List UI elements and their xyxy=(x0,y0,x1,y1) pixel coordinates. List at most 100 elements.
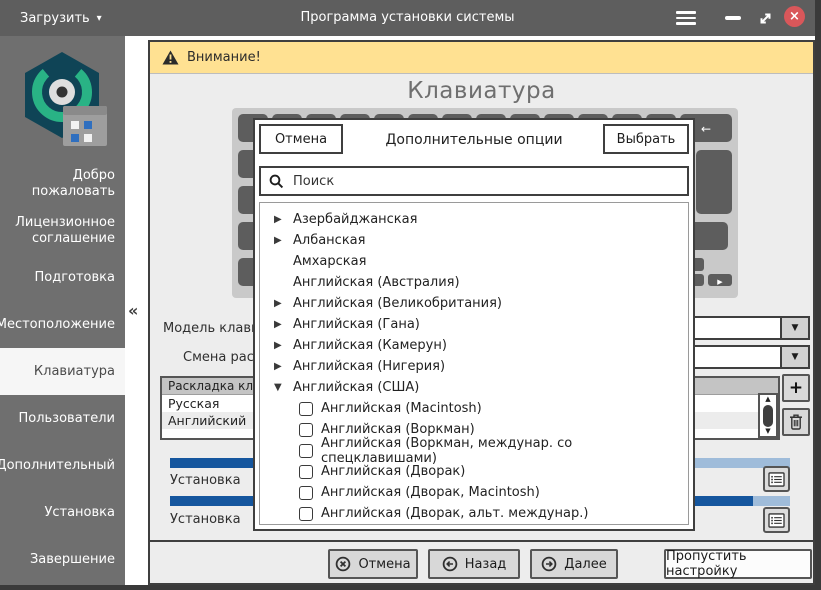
sidebar-collapse-button[interactable]: « xyxy=(128,301,138,320)
page-title: Клавиатура xyxy=(150,78,813,104)
expand-arrow-icon[interactable]: ▶ xyxy=(274,319,293,330)
search-input[interactable] xyxy=(291,173,679,190)
cancel-label: Отмена xyxy=(358,557,410,572)
search-box[interactable] xyxy=(259,166,689,196)
sidebar-step-label: Завершение xyxy=(30,552,115,567)
layout-label: Албанская xyxy=(293,233,365,248)
trash-icon xyxy=(789,414,803,430)
skip-setup-button[interactable]: Пропустить настройку xyxy=(664,549,812,579)
sidebar-step[interactable]: Местоположение xyxy=(0,301,125,348)
layout-tree-item[interactable]: ▶Албанская xyxy=(260,230,688,251)
cancel-circle-icon xyxy=(335,556,351,572)
svg-text:▶: ▶ xyxy=(717,278,723,286)
checkbox[interactable] xyxy=(299,402,313,416)
scrollbar-thumb[interactable] xyxy=(763,405,773,427)
layout-tree-item[interactable]: ▶Азербайджанская xyxy=(260,209,688,230)
progress-label: Установка xyxy=(170,512,241,527)
layout-preview-button[interactable] xyxy=(763,466,790,492)
sidebar-step-label: Установка xyxy=(44,505,115,520)
layout-label: Английская (Дворак, Macintosh) xyxy=(321,485,540,500)
dialog-select-button[interactable]: Выбрать xyxy=(603,124,689,154)
scroll-down-icon[interactable]: ▼ xyxy=(765,428,770,435)
checkbox[interactable] xyxy=(299,444,313,458)
sidebar-steps: Добро пожаловать Лицензионное соглашение П… xyxy=(0,160,125,583)
next-arrow-icon xyxy=(541,556,557,572)
dropdown-arrow-icon[interactable]: ▼ xyxy=(780,347,808,367)
next-label: Далее xyxy=(564,557,606,572)
layout-tree-item[interactable]: ▼Английская (США) xyxy=(260,377,688,398)
layout-tree-item[interactable]: Английская (Дворак, Macintosh) xyxy=(260,482,688,503)
expand-arrow-icon[interactable]: ▶ xyxy=(274,361,293,372)
resize-button[interactable] xyxy=(753,6,777,30)
sidebar-step[interactable]: Завершение xyxy=(0,536,125,583)
hamburger-menu-button[interactable] xyxy=(674,6,698,30)
expand-arrow-icon[interactable]: ▶ xyxy=(274,298,293,309)
layout-label: Английская (Гана) xyxy=(293,317,420,332)
layout-label: Азербайджанская xyxy=(293,212,417,227)
layout-label: Английская (Великобритания) xyxy=(293,296,502,311)
list-icon xyxy=(768,513,785,528)
sidebar-step[interactable]: Добро пожаловать xyxy=(0,160,125,207)
sidebar-step-label: Подготовка xyxy=(34,270,115,285)
warning-icon xyxy=(162,50,179,65)
warning-banner: Внимание! xyxy=(150,42,813,74)
expand-arrow-icon[interactable]: ▶ xyxy=(274,340,293,351)
next-button[interactable]: Далее xyxy=(530,549,618,579)
scroll-up-icon[interactable]: ▲ xyxy=(765,396,770,403)
layout-tree: ▶Азербайджанская▶АлбанскаяАмхарскаяАнгли… xyxy=(259,202,689,525)
layout-tree-item[interactable]: Амхарская xyxy=(260,251,688,272)
back-arrow-icon xyxy=(442,556,458,572)
collapse-arrow-icon[interactable]: ▼ xyxy=(274,382,293,393)
cancel-button[interactable]: Отмена xyxy=(328,549,418,579)
search-icon xyxy=(269,174,284,189)
sidebar-step-label: Пользователи xyxy=(18,411,115,426)
layout-label: Английская (США) xyxy=(293,380,419,395)
checkbox[interactable] xyxy=(299,465,313,479)
sidebar-step[interactable]: Дополнительный xyxy=(0,442,125,489)
layout-tree-item[interactable]: Английская (Австралия) xyxy=(260,272,688,293)
dropdown-arrow-icon[interactable]: ▼ xyxy=(780,318,808,338)
expand-arrow-icon[interactable]: ▶ xyxy=(274,235,293,246)
back-button[interactable]: Назад xyxy=(428,549,520,579)
titlebar: Загрузить ▾ Программа установки системы … xyxy=(0,0,815,36)
checkbox[interactable] xyxy=(299,507,313,521)
layout-tree-item[interactable]: ▶Английская (Великобритания) xyxy=(260,293,688,314)
list-icon xyxy=(768,472,785,487)
layout-label: Амхарская xyxy=(293,254,366,269)
layout-tree-item[interactable]: Английская (Macintosh) xyxy=(260,398,688,419)
sidebar-step-label: Лицензионное соглашение xyxy=(10,215,115,246)
close-button[interactable]: × xyxy=(784,6,805,27)
sidebar-step-label: Дополнительный xyxy=(0,458,115,473)
add-layout-button[interactable]: + xyxy=(782,374,810,402)
layout-tree-item[interactable]: Английская (Воркман, междунар. со спецкл… xyxy=(260,440,688,461)
layout-tree-item[interactable]: ▶Английская (Гана) xyxy=(260,314,688,335)
layouts-scrollbar[interactable]: ▲ ▼ xyxy=(758,393,778,438)
sidebar-step[interactable]: Пользователи xyxy=(0,395,125,442)
layout-label: Английская (Воркман, междунар. со спецкл… xyxy=(321,436,688,466)
plus-icon: + xyxy=(789,378,803,398)
advanced-options-dialog: Отмена Дополнительные опции Выбрать ▶Азе… xyxy=(253,118,695,531)
minimize-button[interactable] xyxy=(721,6,745,30)
sidebar-step[interactable]: Подготовка xyxy=(0,254,125,301)
layout-label: Английская (Дворак, альт. междунар.) xyxy=(321,506,588,521)
checkbox[interactable] xyxy=(299,486,313,500)
layout-tree-item[interactable]: Английская (Дворак, альт. междунар.) xyxy=(260,503,688,524)
sidebar-step[interactable]: Установка xyxy=(0,489,125,536)
layout-label: Английская (Macintosh) xyxy=(321,401,482,416)
layout-label: Английская (Дворак) xyxy=(321,464,465,479)
sidebar-step[interactable]: Лицензионное соглашение xyxy=(0,207,125,254)
progress-label: Установка xyxy=(170,473,241,488)
layout-label: Английская (Камерун) xyxy=(293,338,447,353)
sidebar-step[interactable]: Клавиатура xyxy=(0,348,125,395)
sidebar: Добро пожаловать Лицензионное соглашение П… xyxy=(0,36,125,585)
resize-icon xyxy=(758,11,773,26)
checkbox[interactable] xyxy=(299,423,313,437)
layout-tree-item[interactable]: ▶Английская (Камерун) xyxy=(260,335,688,356)
layout-preview-button[interactable] xyxy=(763,507,790,533)
installer-window: Загрузить ▾ Программа установки системы … xyxy=(0,0,821,590)
layout-label: Английская (Нигерия) xyxy=(293,359,445,374)
layout-tree-item[interactable]: ▶Английская (Нигерия) xyxy=(260,356,688,377)
expand-arrow-icon[interactable]: ▶ xyxy=(274,214,293,225)
remove-layout-button[interactable] xyxy=(782,408,810,436)
close-icon: × xyxy=(789,10,800,23)
